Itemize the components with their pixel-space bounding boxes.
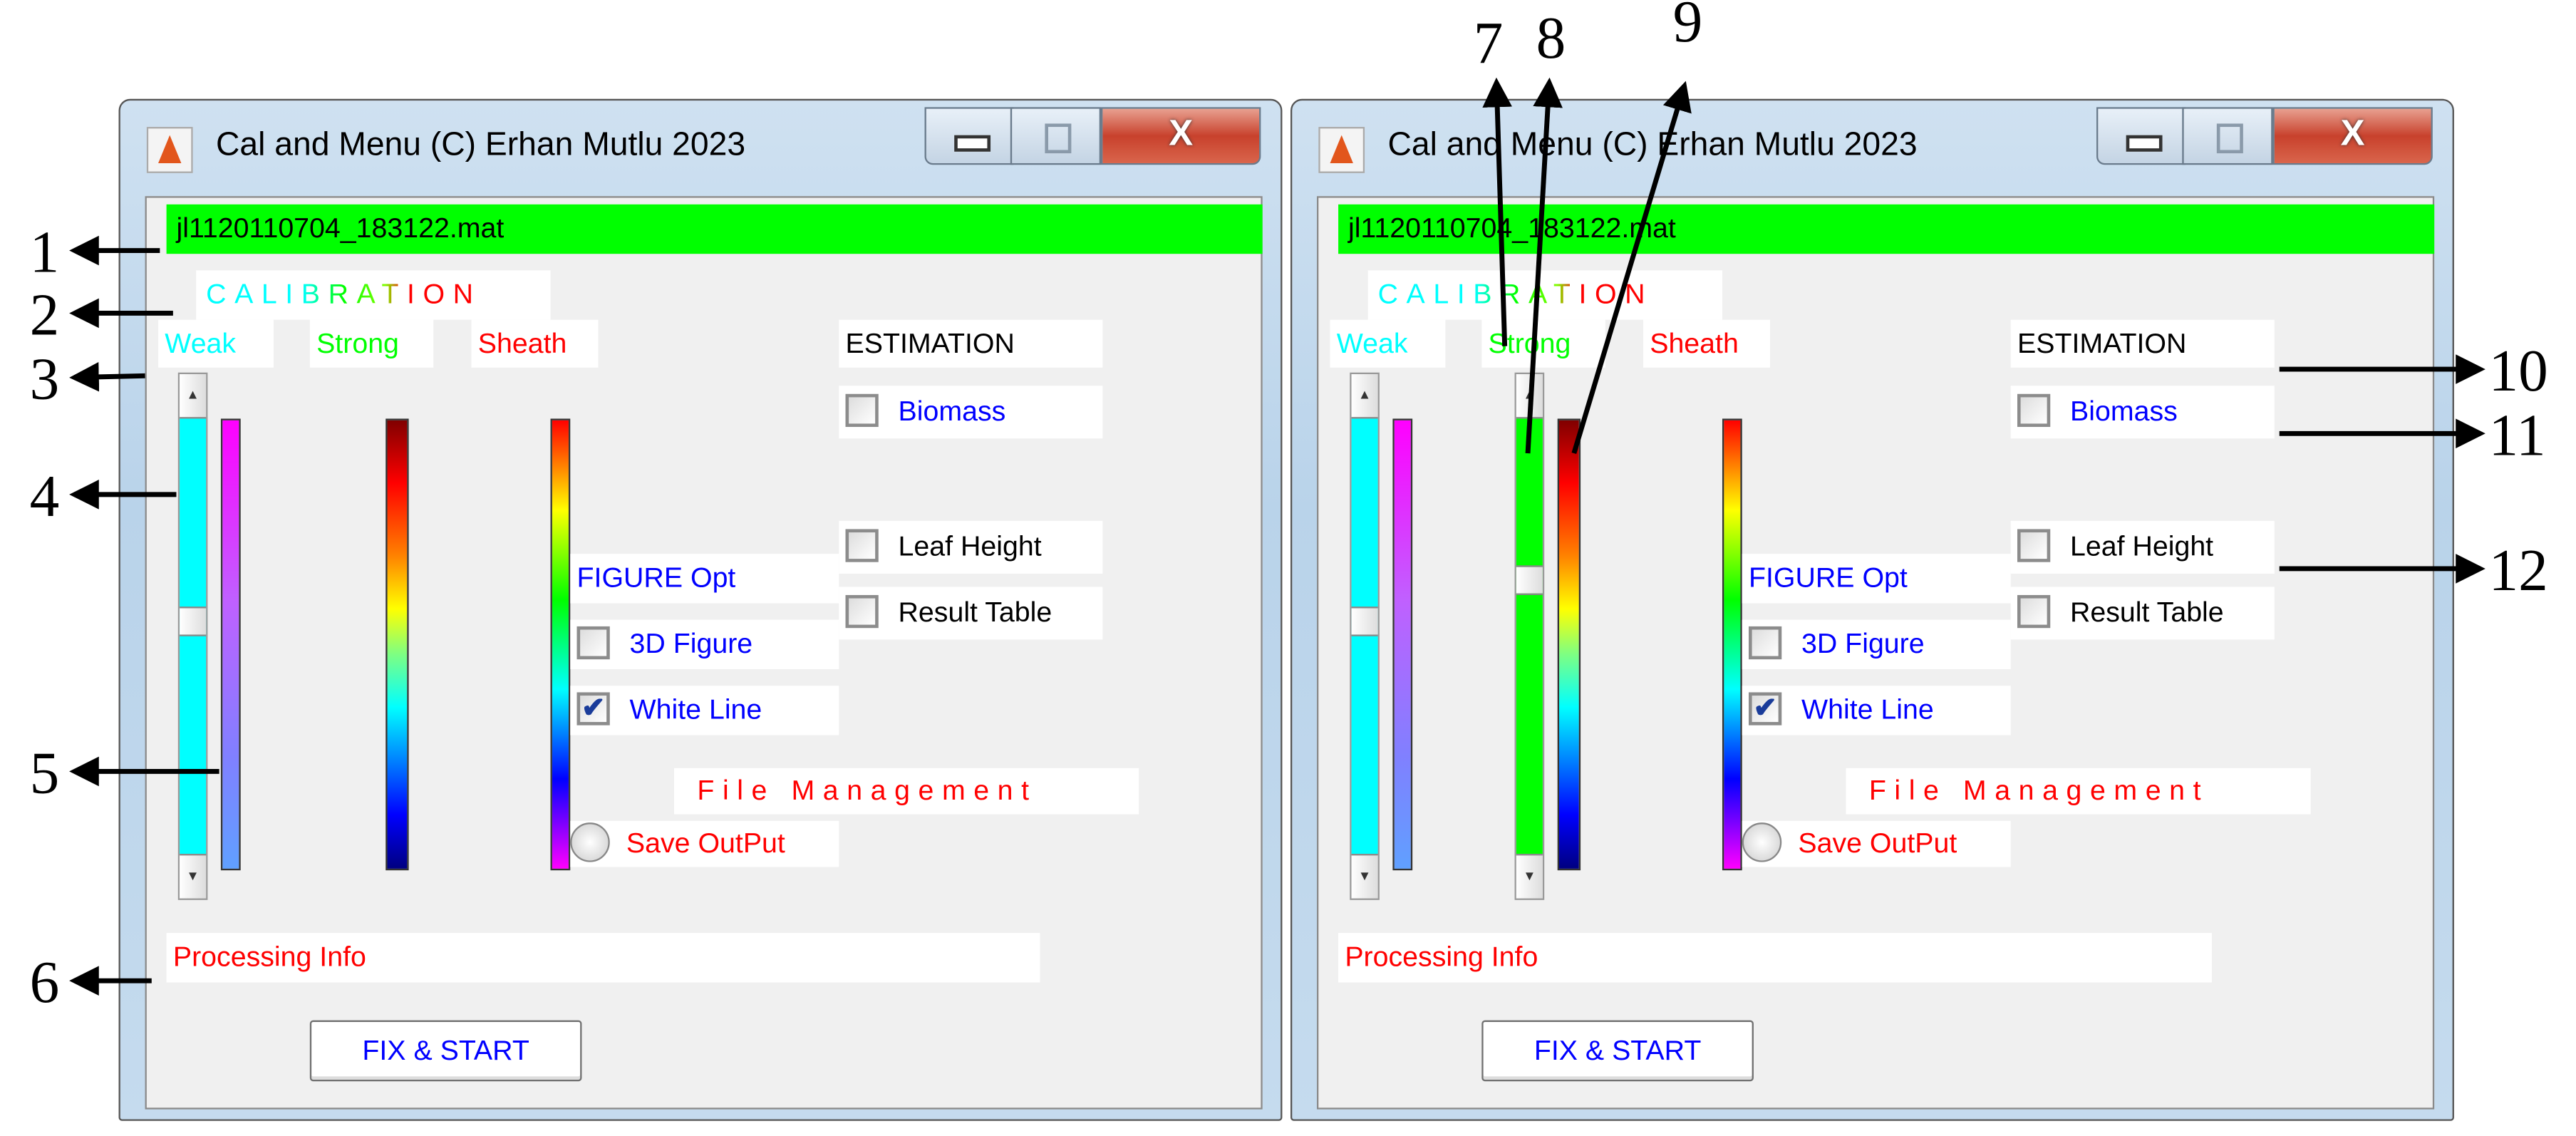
annotation-label-1: 1 xyxy=(30,220,60,286)
annotation-label-4: 4 xyxy=(30,464,60,530)
annotation-label-10: 10 xyxy=(2488,339,2547,404)
annotation-label-2: 2 xyxy=(30,283,60,348)
annotation-label-12: 12 xyxy=(2488,538,2547,604)
annotation-label-8: 8 xyxy=(1536,6,1566,71)
annotation-label-5: 5 xyxy=(30,741,60,807)
annotation-label-3: 3 xyxy=(30,347,60,413)
annotation-arrow-8 xyxy=(1525,77,1563,454)
annotation-label-6: 6 xyxy=(30,950,60,1016)
annotation-arrow-7 xyxy=(1482,77,1513,346)
annotation-arrow-9 xyxy=(1571,81,1692,455)
annotation-label-9: 9 xyxy=(1673,0,1703,55)
annotation-layer: 1 2 3 4 5 6 7 8 9 10 11 12 xyxy=(30,0,2548,1016)
figure-stage: Cal and Menu (C) Erhan Mutlu 2023 X jl11… xyxy=(0,0,2576,1136)
annotation-arrow-3 xyxy=(69,362,145,392)
annotation-label-7: 7 xyxy=(1474,11,1504,76)
annotation-label-11: 11 xyxy=(2488,403,2545,468)
